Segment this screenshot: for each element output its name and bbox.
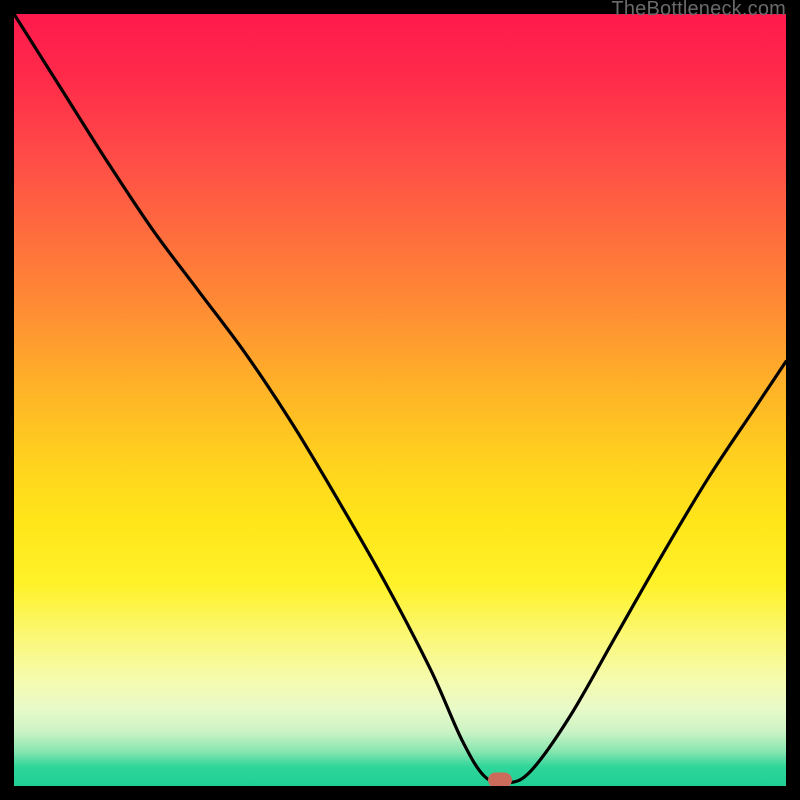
watermark-text: TheBottleneck.com <box>611 0 786 21</box>
optimal-marker <box>488 772 512 786</box>
chart-frame: TheBottleneck.com <box>0 0 800 800</box>
plot-area <box>14 14 786 786</box>
bottleneck-curve <box>14 14 786 786</box>
